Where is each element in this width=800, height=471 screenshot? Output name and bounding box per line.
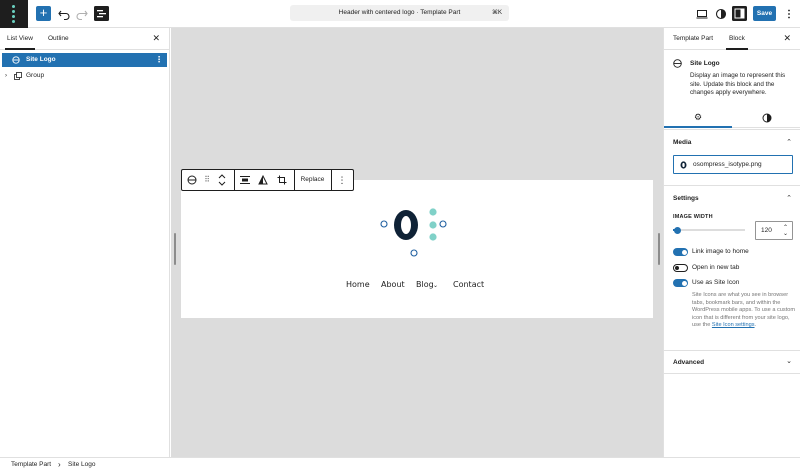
- advanced-panel[interactable]: Advanced ⌄: [664, 350, 800, 374]
- list-item-options-icon[interactable]: ⋮: [155, 53, 163, 67]
- settings-panel: Settings ⌃ IMAGE WIDTH 120 ⌃ ⌄ Link image…: [664, 185, 800, 350]
- settings-panel-title[interactable]: Settings: [673, 195, 699, 202]
- undo-icon[interactable]: [57, 7, 71, 21]
- link-image-toggle[interactable]: [673, 248, 688, 256]
- use-as-site-icon-toggle[interactable]: [673, 279, 688, 287]
- nav-item-about[interactable]: About: [381, 280, 405, 289]
- block-card-description: Display an image to represent this site.…: [690, 72, 786, 96]
- site-icon-help: Site Icons are what you see in browser t…: [692, 292, 795, 330]
- editor-header: + Header with centered logo · Template P…: [0, 0, 800, 28]
- site-logo-image[interactable]: [379, 206, 449, 258]
- block-options-icon[interactable]: ⋮: [331, 170, 353, 190]
- chevron-down-icon: ⌄: [433, 282, 439, 289]
- breadcrumb-item-template-part[interactable]: Template Part: [11, 458, 51, 471]
- block-inserter-button[interactable]: +: [36, 6, 51, 21]
- media-panel-title[interactable]: Media: [673, 139, 691, 146]
- active-tab-indicator: [664, 126, 732, 128]
- media-thumbnail-icon: [680, 161, 687, 169]
- close-icon[interactable]: ✕: [783, 33, 791, 44]
- styles-icon[interactable]: [714, 7, 728, 21]
- media-panel: Media ⌃ osompress_isotype.png: [664, 129, 800, 185]
- shortcut-hint: ⌘K: [491, 10, 502, 16]
- more-options-icon[interactable]: [782, 7, 796, 21]
- site-logo-icon: [12, 56, 20, 64]
- document-title: Header with centered logo · Template Par…: [338, 9, 461, 16]
- tab-list-view[interactable]: List View: [5, 35, 35, 50]
- chevron-up-icon[interactable]: ⌃: [786, 194, 792, 202]
- nav-item-blog[interactable]: Blog: [416, 280, 434, 289]
- spinner-icon[interactable]: ⌃ ⌄: [783, 225, 788, 237]
- inspector-tabs: ⚙: [664, 108, 800, 128]
- open-new-tab-toggle[interactable]: [673, 264, 688, 272]
- right-resize-handle[interactable]: [658, 233, 660, 265]
- image-width-slider-track[interactable]: [673, 226, 745, 234]
- duotone-filter-icon[interactable]: [258, 175, 268, 185]
- site-icon-settings-link[interactable]: Site Icon settings: [712, 322, 755, 328]
- list-view-tabs: List View Outline ✕: [0, 28, 169, 50]
- expand-chevron-icon[interactable]: ›: [5, 69, 7, 83]
- advanced-panel-title[interactable]: Advanced: [673, 359, 704, 366]
- image-width-input[interactable]: 120 ⌃ ⌄: [755, 221, 793, 240]
- list-view-panel: List View Outline ✕ Site Logo ⋮ › Group: [0, 28, 170, 457]
- breadcrumb-item-site-logo: Site Logo: [68, 461, 96, 468]
- block-toolbar: ⠿ Replace ⋮: [181, 169, 354, 191]
- list-item-label: Site Logo: [26, 56, 56, 63]
- site-logo-block-icon: [673, 59, 682, 68]
- editor-canvas: ⠿ Replace ⋮ Home About Blog ⌄ Contact: [171, 28, 663, 457]
- chevron-down-icon[interactable]: ⌄: [786, 357, 792, 365]
- site-icon-button[interactable]: [0, 0, 28, 28]
- block-settings-sidebar: Template Part Block ✕ Site Logo Display …: [663, 28, 800, 457]
- nav-item-contact[interactable]: Contact: [453, 280, 484, 289]
- list-item-group[interactable]: › Group: [2, 69, 167, 83]
- close-icon[interactable]: ✕: [152, 33, 160, 44]
- move-up-down-icon[interactable]: [217, 173, 227, 187]
- redo-icon[interactable]: [75, 7, 89, 21]
- group-icon: [14, 72, 22, 80]
- tab-outline[interactable]: Outline: [48, 35, 69, 42]
- block-card-title: Site Logo: [690, 60, 720, 67]
- device-preview-icon[interactable]: [695, 7, 709, 21]
- tab-template-part[interactable]: Template Part: [673, 35, 713, 42]
- document-overview-icon[interactable]: [94, 6, 109, 21]
- chevron-up-icon[interactable]: ⌃: [786, 138, 792, 146]
- use-as-site-icon-label: Use as Site Icon: [692, 279, 740, 286]
- align-center-icon[interactable]: [239, 175, 251, 185]
- drag-handle-icon[interactable]: ⠿: [202, 170, 212, 190]
- list-item-site-logo[interactable]: Site Logo ⋮: [2, 53, 167, 67]
- nav-item-home[interactable]: Home: [346, 280, 370, 289]
- image-width-value: 120: [761, 227, 772, 234]
- crop-icon[interactable]: [277, 175, 287, 185]
- settings-sidebar-icon[interactable]: [732, 6, 747, 21]
- site-icon-help-end: .: [754, 322, 757, 329]
- list-item-label: Group: [26, 72, 45, 79]
- open-new-tab-label: Open in new tab: [692, 264, 740, 271]
- sidebar-tabs: Template Part Block ✕: [664, 28, 800, 50]
- save-button[interactable]: Save: [753, 6, 776, 21]
- image-width-label: IMAGE WIDTH: [673, 214, 713, 220]
- replace-button[interactable]: Replace: [294, 170, 331, 190]
- styles-icon[interactable]: [762, 113, 772, 123]
- command-palette-bar[interactable]: Header with centered logo · Template Par…: [290, 5, 509, 21]
- breadcrumb-separator-icon: ›: [58, 460, 61, 469]
- site-logo-block-icon[interactable]: [187, 175, 197, 185]
- image-width-slider-thumb[interactable]: [673, 226, 681, 234]
- left-resize-handle[interactable]: [174, 233, 176, 265]
- breadcrumb: Template Part › Site Logo: [0, 457, 800, 471]
- media-file-button[interactable]: osompress_isotype.png: [673, 155, 793, 174]
- media-filename: osompress_isotype.png: [693, 161, 762, 168]
- settings-gear-icon[interactable]: ⚙: [694, 112, 702, 123]
- tab-block[interactable]: Block: [726, 35, 748, 50]
- link-image-label: Link image to home: [692, 248, 749, 255]
